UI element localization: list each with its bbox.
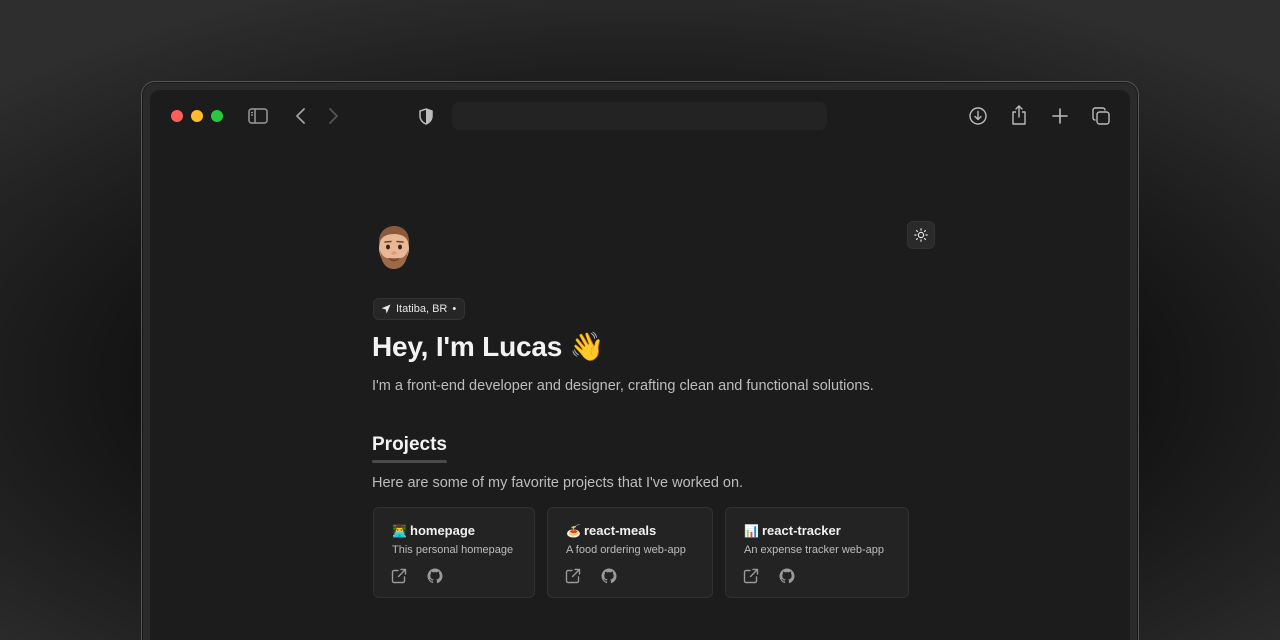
page-title-text: Hey, I'm Lucas xyxy=(372,331,563,362)
address-bar[interactable] xyxy=(452,102,827,130)
project-name: react-meals xyxy=(584,523,657,538)
location-arrow-icon xyxy=(381,304,391,314)
projects-heading: Projects xyxy=(372,434,447,455)
browser-window: Itatiba, BR • Hey, I'm Lucas 👋 I'm a fro… xyxy=(150,90,1130,640)
project-card: 🍝 react-meals A food ordering web-app xyxy=(547,507,713,598)
waving-hand-emoji: 👋 xyxy=(569,331,605,362)
shield-icon[interactable] xyxy=(416,106,436,126)
project-links xyxy=(565,568,617,584)
github-icon[interactable] xyxy=(427,568,443,584)
project-description: This personal homepage xyxy=(392,544,514,556)
project-card: 📊 react-tracker An expense tracker web-a… xyxy=(725,507,909,598)
forward-icon[interactable] xyxy=(323,106,343,126)
project-title: 🍝 react-meals xyxy=(566,523,656,538)
page-title: Hey, I'm Lucas 👋 xyxy=(372,330,605,363)
sidebar-icon[interactable] xyxy=(247,106,269,126)
location-text: Itatiba, BR xyxy=(396,303,448,315)
github-icon[interactable] xyxy=(779,568,795,584)
maximize-window-button[interactable] xyxy=(211,110,223,122)
sun-icon xyxy=(914,228,928,242)
theme-toggle-button[interactable] xyxy=(907,221,935,249)
project-links xyxy=(391,568,443,584)
projects-heading-underline xyxy=(372,460,447,463)
project-card: 👨‍💻 homepage This personal homepage xyxy=(373,507,535,598)
project-emoji: 🍝 xyxy=(566,523,581,538)
project-links xyxy=(743,568,795,584)
project-emoji: 👨‍💻 xyxy=(392,523,407,538)
project-title: 👨‍💻 homepage xyxy=(392,523,475,538)
download-icon[interactable] xyxy=(968,106,988,126)
project-name: homepage xyxy=(410,523,476,538)
project-emoji: 📊 xyxy=(744,523,759,538)
tabs-overview-icon[interactable] xyxy=(1091,106,1111,126)
project-description: An expense tracker web-app xyxy=(744,544,885,556)
project-title: 📊 react-tracker xyxy=(744,523,841,538)
avatar xyxy=(372,224,416,270)
projects-description: Here are some of my favorite projects th… xyxy=(372,475,744,491)
new-tab-icon[interactable] xyxy=(1050,106,1070,126)
close-window-button[interactable] xyxy=(171,110,183,122)
page-content: Itatiba, BR • Hey, I'm Lucas 👋 I'm a fro… xyxy=(150,142,1130,640)
external-link-icon[interactable] xyxy=(391,568,407,584)
external-link-icon[interactable] xyxy=(565,568,581,584)
minimize-window-button[interactable] xyxy=(191,110,203,122)
back-icon[interactable] xyxy=(291,106,311,126)
external-link-icon[interactable] xyxy=(743,568,759,584)
project-description: A food ordering web-app xyxy=(566,544,686,556)
browser-toolbar xyxy=(150,90,1130,142)
project-name: react-tracker xyxy=(762,523,841,538)
page-subtitle: I'm a front-end developer and designer, … xyxy=(372,378,874,394)
location-badge: Itatiba, BR • xyxy=(373,298,466,320)
share-icon[interactable] xyxy=(1009,104,1029,126)
location-dot: • xyxy=(452,303,457,315)
github-icon[interactable] xyxy=(601,568,617,584)
